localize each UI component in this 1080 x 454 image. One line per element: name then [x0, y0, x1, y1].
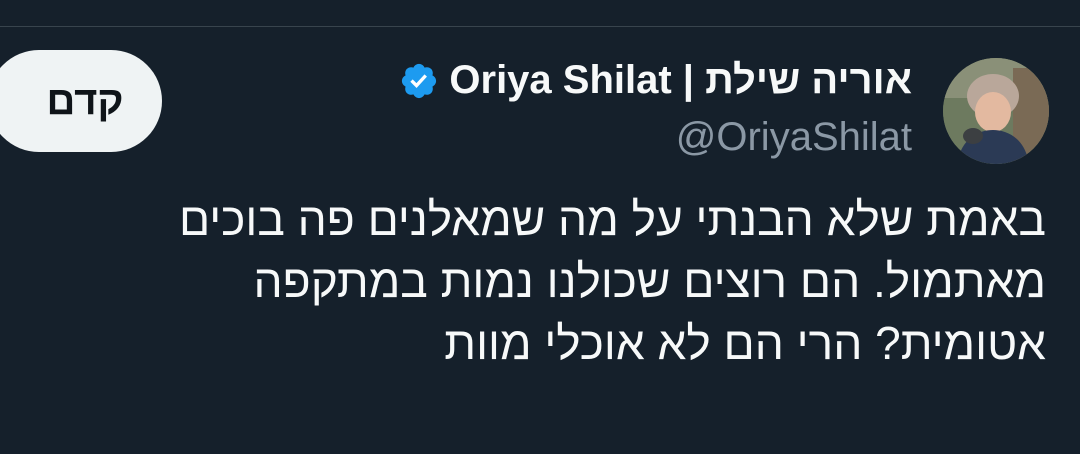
- author-handle[interactable]: @OriyaShilat: [676, 115, 912, 160]
- follow-button[interactable]: קדם: [0, 50, 162, 152]
- author-header: Oriya Shilat | אוריה שילת: [399, 58, 912, 103]
- verified-badge-icon: [402, 63, 437, 98]
- follow-button-label: קדם: [46, 78, 124, 123]
- avatar[interactable]: [943, 58, 1049, 164]
- tweet-line: מאתמול. הם רוצים שכולנו נמות במתקפה: [253, 255, 1047, 307]
- display-name[interactable]: Oriya Shilat | אוריה שילת: [449, 58, 912, 103]
- top-divider: [0, 26, 1080, 27]
- tweet-line: באמת שלא הבנתי על מה שמאלנים פה בוכים: [179, 193, 1046, 245]
- tweet-line: אטומית? הרי הם לא אוכלי מוות: [444, 317, 1046, 369]
- tweet-text: באמת שלא הבנתי על מה שמאלנים פה בוכים מא…: [26, 188, 1046, 374]
